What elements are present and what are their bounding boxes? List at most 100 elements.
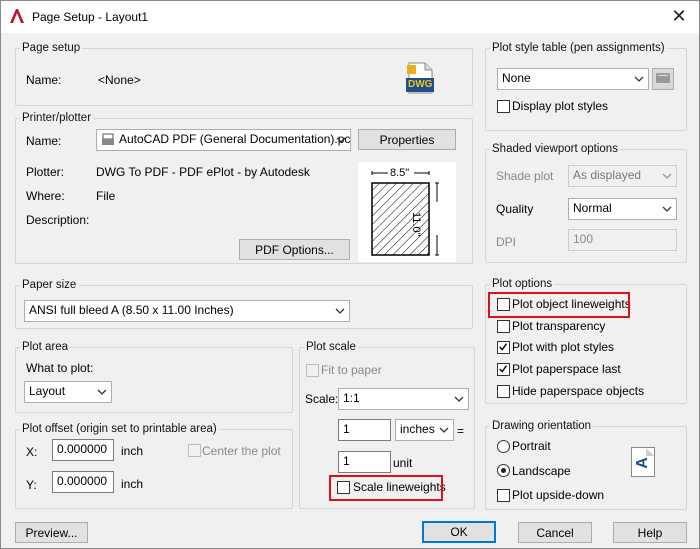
shade-plot-label: Shade plot	[496, 169, 554, 183]
paper-size-value: ANSI full bleed A (8.50 x 11.00 Inches)	[29, 303, 234, 317]
pdf-options-button[interactable]: PDF Options...	[239, 239, 350, 260]
orientation-heading: Drawing orientation	[490, 420, 594, 432]
printer-name-value: AutoCAD PDF (General Documentation).pc3	[119, 132, 351, 146]
dwg-label: DWG	[408, 79, 433, 90]
chevron-down-icon	[662, 173, 672, 179]
preview-width-label: 8.5"	[390, 167, 410, 179]
description-label: Description:	[26, 213, 90, 227]
hide-paperspace-objects-label: Hide paperspace objects	[512, 384, 645, 398]
scale-label: Scale:	[305, 392, 339, 406]
quality-value: Normal	[573, 201, 612, 215]
plot-upside-down-label: Plot upside-down	[512, 488, 605, 502]
y-label: Y:	[26, 478, 37, 492]
scale-select[interactable]: 1:1	[338, 388, 469, 410]
chevron-down-icon	[336, 137, 346, 143]
paper-size-select[interactable]: ANSI full bleed A (8.50 x 11.00 Inches)	[24, 300, 350, 322]
shade-plot-select[interactable]: As displayed	[568, 165, 677, 187]
plot-paperspace-last-label: Plot paperspace last	[512, 362, 621, 376]
page-setup-name-label: Name:	[26, 73, 62, 87]
units-select[interactable]: inches	[395, 419, 454, 441]
y-offset-input[interactable]: 0.000000	[52, 471, 114, 493]
chevron-down-icon	[97, 389, 107, 395]
plot-style-heading: Plot style table (pen assignments)	[490, 42, 667, 54]
what-to-plot-value: Layout	[29, 384, 66, 398]
properties-button[interactable]: Properties	[358, 129, 456, 150]
quality-select[interactable]: Normal	[568, 198, 677, 220]
what-to-plot-select[interactable]: Layout	[24, 381, 112, 403]
plot-upside-down-checkbox[interactable]	[497, 489, 510, 502]
plotter-label: Plotter:	[26, 165, 65, 179]
plot-style-select[interactable]: None	[497, 68, 649, 90]
paper-preview: 8.5" 11.0"	[358, 162, 456, 262]
landscape-label: Landscape	[512, 464, 571, 478]
close-icon[interactable]: ✕	[665, 5, 693, 29]
display-plot-styles-label: Display plot styles	[512, 99, 609, 113]
plot-with-plot-styles-checkbox[interactable]	[497, 341, 510, 354]
plot-area-heading: Plot area	[20, 341, 71, 353]
help-button[interactable]: Help	[613, 522, 687, 543]
plot-with-plot-styles-label: Plot with plot styles	[512, 340, 615, 354]
unit-label: unit	[393, 456, 413, 470]
page-setup-dialog: Page Setup - Layout1 ✕ Page setup Name: …	[0, 0, 700, 549]
preview-button[interactable]: Preview...	[15, 522, 88, 543]
plot-area-group	[15, 347, 293, 413]
plot-paperspace-last-checkbox[interactable]	[497, 363, 510, 376]
scale-value1-input[interactable]: 1	[338, 419, 391, 441]
dpi-label: DPI	[496, 235, 517, 249]
checkmark-icon	[499, 343, 508, 351]
plot-transparency-label: Plot transparency	[512, 319, 606, 333]
fit-to-paper-checkbox[interactable]	[306, 364, 319, 377]
plotter-value: DWG To PDF - PDF ePlot - by Autodesk	[96, 165, 310, 179]
plotter-icon	[102, 133, 114, 145]
printer-name-label: Name:	[26, 134, 62, 148]
plot-style-editor-icon	[656, 73, 670, 83]
center-plot-checkbox[interactable]	[188, 444, 201, 457]
fit-to-paper-label: Fit to paper	[321, 363, 382, 377]
plot-options-heading: Plot options	[490, 278, 555, 290]
printer-heading: Printer/plotter	[20, 112, 94, 124]
equals-sign: =	[457, 424, 465, 438]
plot-scale-heading: Plot scale	[304, 341, 358, 353]
autocad-logo-icon	[10, 9, 24, 23]
scale-value: 1:1	[343, 391, 360, 405]
page-setup-heading: Page setup	[20, 42, 83, 54]
plot-style-value: None	[502, 71, 531, 85]
shaded-viewport-heading: Shaded viewport options	[490, 143, 620, 155]
chevron-down-icon	[454, 396, 464, 402]
units-value: inches	[400, 422, 435, 436]
quality-label: Quality	[496, 202, 534, 216]
display-plot-styles-checkbox[interactable]	[497, 100, 510, 113]
x-offset-input[interactable]: 0.000000	[52, 439, 114, 461]
plot-offset-heading: Plot offset (origin set to printable are…	[20, 423, 219, 435]
portrait-radio[interactable]	[497, 440, 510, 453]
plot-transparency-checkbox[interactable]	[497, 320, 510, 333]
plot-object-lineweights-highlight	[488, 292, 630, 318]
preview-height-label: 11.0"	[410, 212, 422, 237]
printer-name-select[interactable]: AutoCAD PDF (General Documentation).pc3	[96, 129, 351, 151]
hide-paperspace-objects-checkbox[interactable]	[497, 385, 510, 398]
shade-plot-value: As displayed	[573, 168, 642, 182]
page-setup-name-value: <None>	[98, 73, 141, 87]
title-bar: Page Setup - Layout1 ✕	[1, 1, 699, 33]
ok-button[interactable]: OK	[422, 521, 496, 543]
paper-size-heading: Paper size	[20, 279, 79, 291]
where-value: File	[96, 189, 116, 203]
portrait-label: Portrait	[512, 439, 551, 453]
where-label: Where:	[26, 189, 65, 203]
cancel-button[interactable]: Cancel	[518, 522, 592, 543]
scale-value2-input[interactable]: 1	[338, 451, 391, 473]
x-label: X:	[26, 445, 38, 459]
y-unit: inch	[121, 477, 144, 491]
what-to-plot-label: What to plot:	[26, 361, 94, 375]
edit-plot-style-button[interactable]	[652, 68, 674, 90]
landscape-radio[interactable]	[497, 464, 510, 477]
checkmark-icon	[499, 365, 508, 373]
dwg-file-icon: DWG	[405, 61, 435, 95]
orientation-letter: A	[633, 457, 651, 469]
scale-lineweights-highlight	[329, 475, 443, 501]
dpi-input[interactable]: 100	[568, 229, 677, 251]
chevron-down-icon	[439, 427, 449, 433]
center-plot-label: Center the plot	[202, 444, 281, 458]
dialog-title: Page Setup - Layout1	[32, 10, 149, 24]
x-unit: inch	[121, 444, 144, 458]
